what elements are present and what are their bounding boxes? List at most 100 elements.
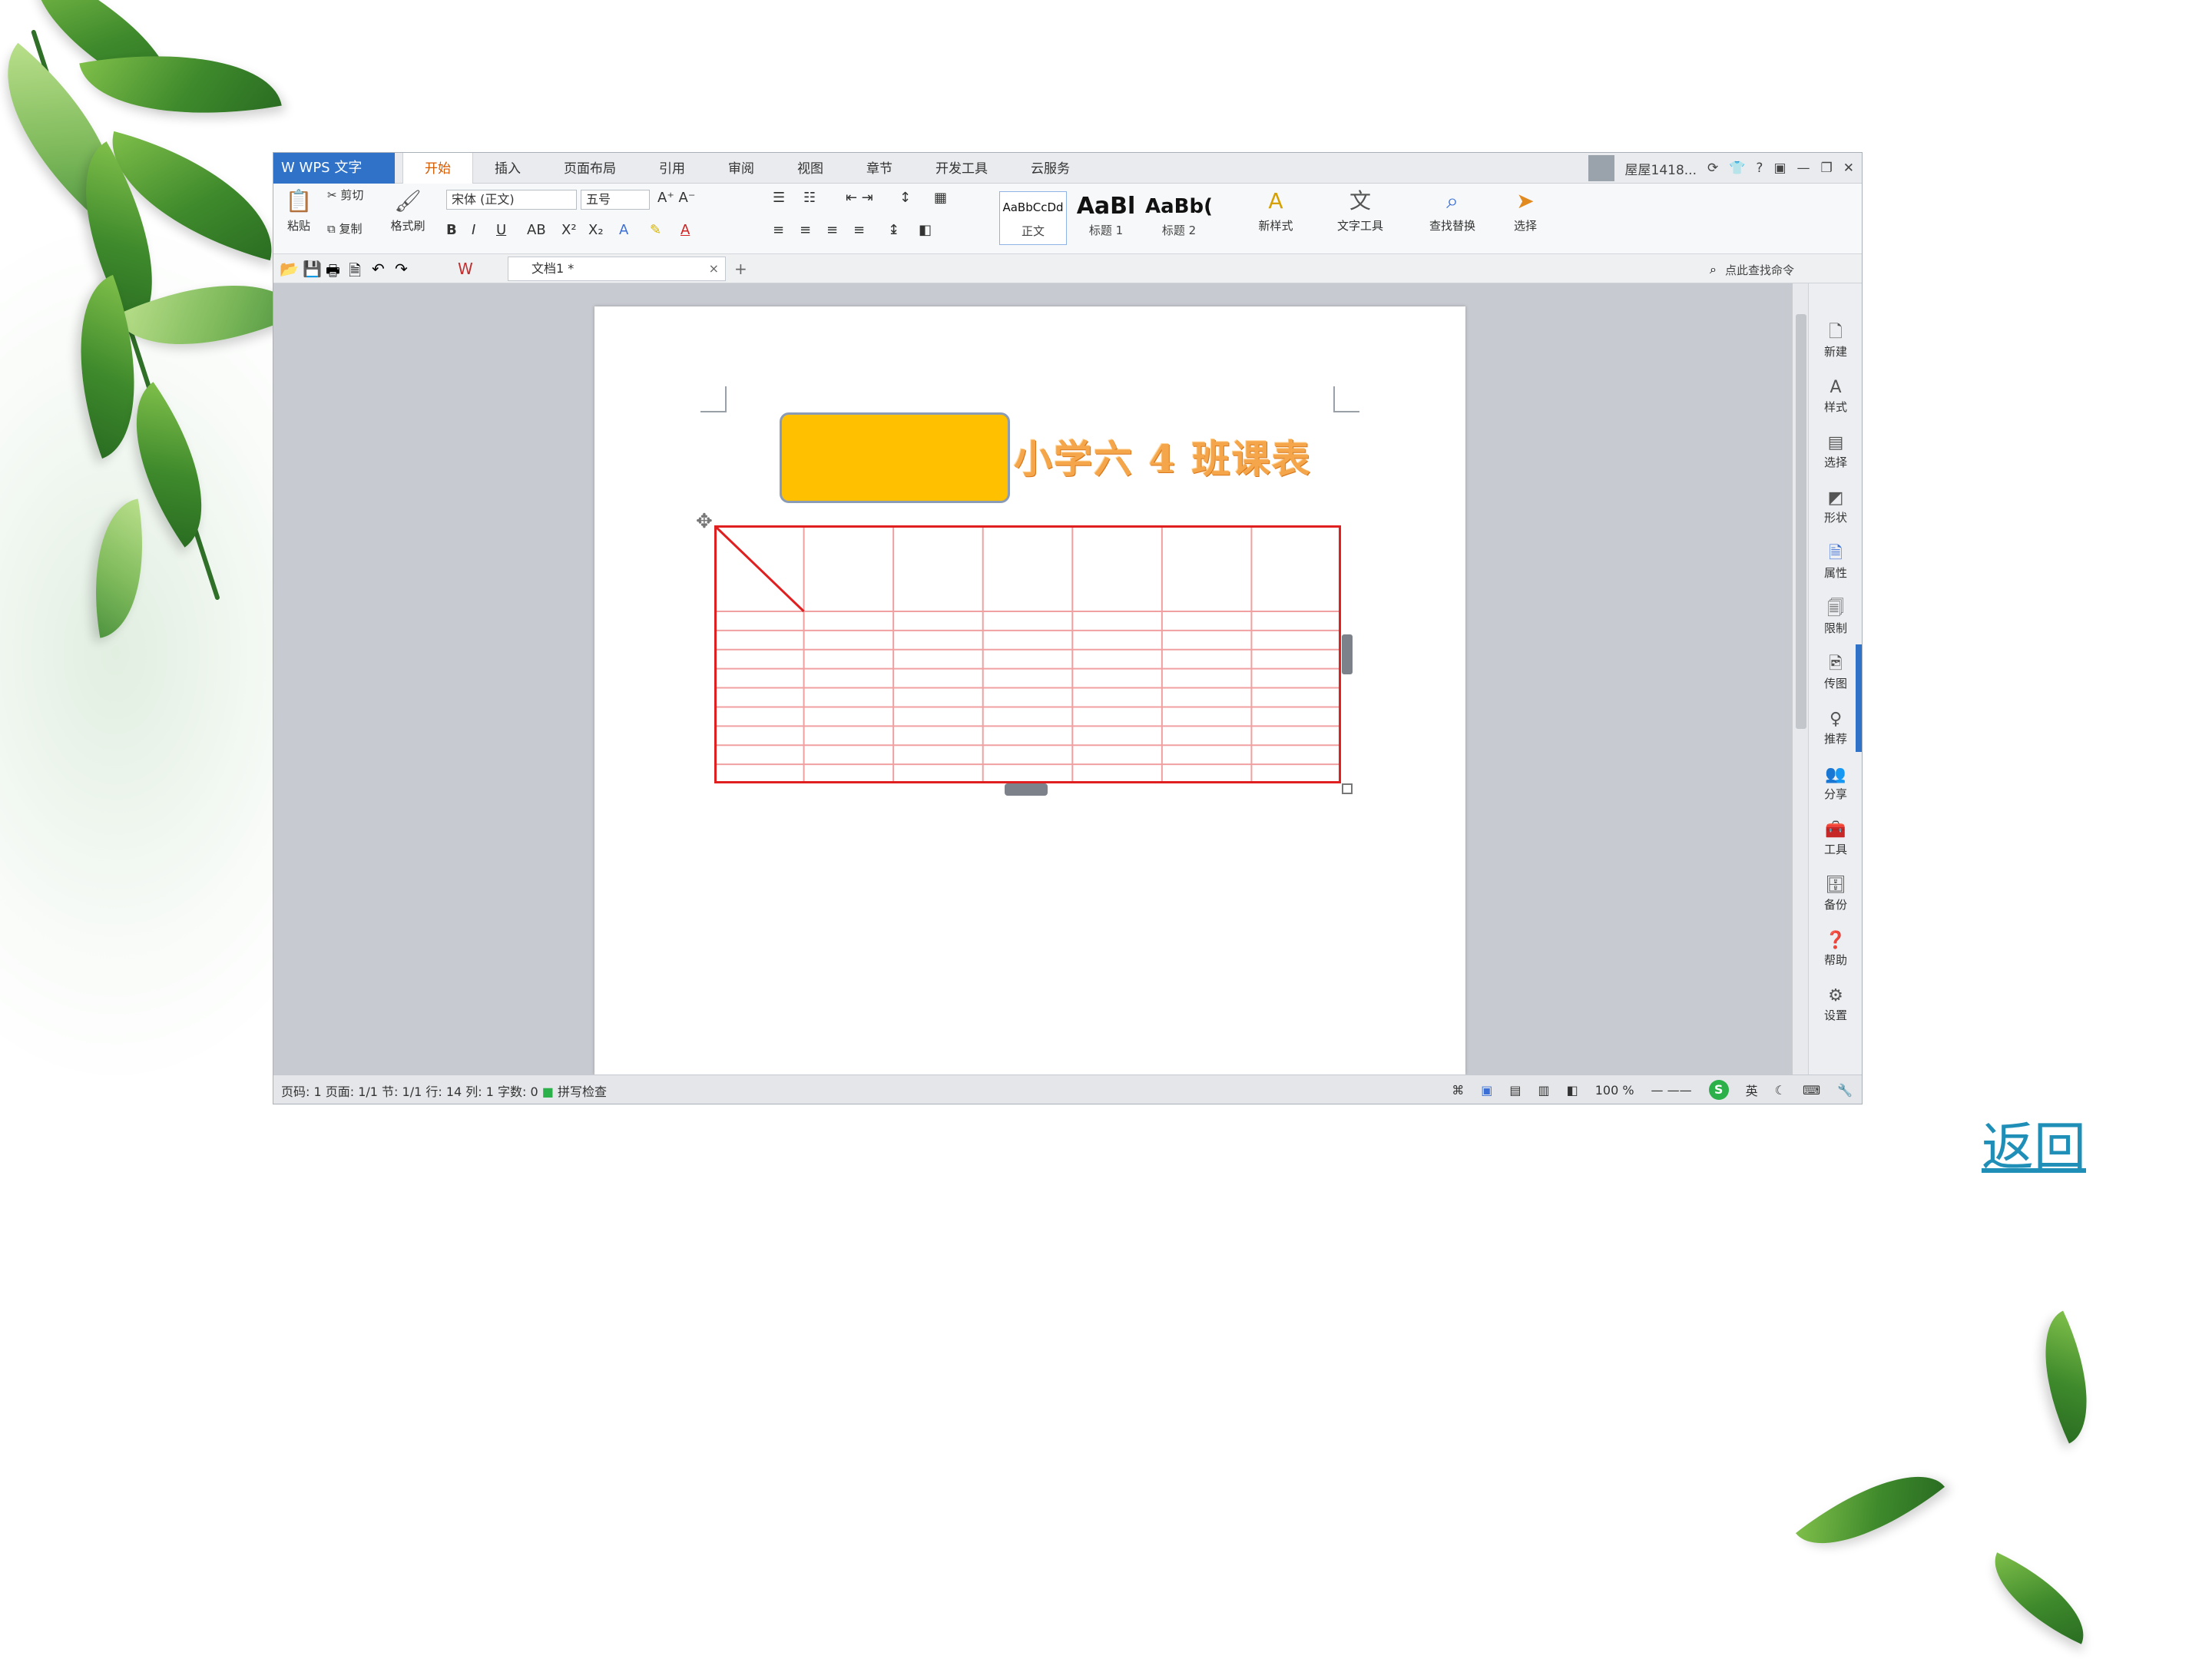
text-effect-icon[interactable]: A bbox=[619, 222, 628, 238]
table-resize-handle[interactable] bbox=[1342, 783, 1353, 794]
side-backup[interactable]: 🗄 备份 bbox=[1809, 875, 1863, 912]
tab-cloud[interactable]: 云服务 bbox=[1009, 153, 1091, 184]
back-link[interactable]: 返回 bbox=[1982, 1104, 2086, 1181]
save-icon[interactable]: 💾 bbox=[303, 260, 322, 278]
help-icon[interactable]: ? bbox=[1756, 161, 1763, 176]
spellcheck-button[interactable]: 拼写检查 bbox=[558, 1084, 607, 1099]
borders-icon[interactable]: ▦ bbox=[934, 190, 947, 206]
scrollbar-thumb[interactable] bbox=[1796, 314, 1806, 729]
superscript-icon[interactable]: X² bbox=[561, 222, 577, 238]
grow-font-icon[interactable]: A⁺ A⁻ bbox=[657, 190, 695, 206]
side-restrict[interactable]: 🗐 限制 bbox=[1809, 598, 1863, 636]
table-move-handle-icon[interactable]: ✥ bbox=[696, 510, 713, 533]
title-rounded-rectangle[interactable] bbox=[780, 412, 1010, 503]
numbered-list-icon[interactable]: ☷ bbox=[803, 190, 816, 206]
style-normal[interactable]: AaBbCcDd 正文 bbox=[999, 191, 1067, 245]
side-style[interactable]: A 样式 bbox=[1809, 377, 1863, 415]
user-name[interactable]: 屋屋1418... bbox=[1625, 159, 1697, 178]
side-properties[interactable]: 🗎 属性 bbox=[1809, 543, 1863, 581]
command-search[interactable]: 点此查找命令 bbox=[1725, 262, 1794, 278]
tab-insert[interactable]: 插入 bbox=[473, 153, 542, 184]
shading-icon[interactable]: ◧ bbox=[919, 222, 932, 238]
tab-review[interactable]: 审阅 bbox=[707, 153, 776, 184]
underline-icon[interactable]: U bbox=[496, 222, 506, 238]
indent-icon[interactable]: ⇤ ⇥ bbox=[846, 190, 873, 206]
subscript-icon[interactable]: X₂ bbox=[588, 222, 604, 238]
bullet-list-icon[interactable]: ☰ bbox=[773, 190, 785, 206]
timetable-table[interactable] bbox=[714, 525, 1341, 783]
tab-page-layout[interactable]: 页面布局 bbox=[542, 153, 637, 184]
style-heading-2[interactable]: AaBb( 标题 2 bbox=[1145, 191, 1213, 245]
side-help[interactable]: ❓ 帮助 bbox=[1809, 930, 1863, 968]
focus-mode-icon[interactable]: ⌘ bbox=[1452, 1083, 1464, 1098]
restore-icon[interactable]: ❐ bbox=[1821, 161, 1833, 176]
tab-section[interactable]: 章节 bbox=[845, 153, 914, 184]
cut-button[interactable]: ✂ 剪切 bbox=[327, 187, 381, 203]
fullscreen-icon[interactable]: ▣ bbox=[1773, 161, 1786, 176]
highlight-icon[interactable]: ✎ bbox=[650, 222, 661, 238]
font-name-select[interactable]: 宋体 (正文) bbox=[446, 190, 577, 210]
table-add-row-handle[interactable] bbox=[1005, 783, 1048, 796]
font-color-icon[interactable]: A bbox=[680, 222, 690, 238]
ime-mode[interactable]: 英 bbox=[1746, 1081, 1758, 1099]
align-center-icon[interactable]: ≡ bbox=[800, 222, 811, 238]
font-size-select[interactable]: 五号 bbox=[581, 190, 650, 210]
search-icon[interactable]: ⌕ bbox=[1710, 262, 1717, 277]
italic-icon[interactable]: I bbox=[472, 222, 475, 238]
sync-icon[interactable]: ⟳ bbox=[1707, 161, 1718, 176]
minimize-icon[interactable]: — bbox=[1797, 161, 1810, 176]
open-icon[interactable]: 📂 bbox=[280, 260, 299, 278]
close-icon[interactable]: ✕ bbox=[1843, 161, 1854, 176]
close-tab-icon[interactable]: × bbox=[709, 257, 719, 280]
print-icon[interactable]: 🖶 bbox=[326, 260, 340, 286]
moon-icon[interactable]: ☾ bbox=[1775, 1083, 1786, 1098]
align-left-icon[interactable]: ≡ bbox=[773, 222, 784, 238]
side-select[interactable]: ▤ 选择 bbox=[1809, 432, 1863, 470]
avatar[interactable] bbox=[1588, 155, 1614, 181]
line-spacing-icon[interactable]: ↨ bbox=[888, 222, 899, 238]
paste-button[interactable]: 📋 粘贴 bbox=[280, 188, 318, 233]
format-painter-button[interactable]: 🖌 格式刷 bbox=[385, 188, 431, 233]
side-settings[interactable]: ⚙ 设置 bbox=[1809, 985, 1863, 1023]
wps-app-menu-button[interactable]: W WPS 文字 bbox=[273, 153, 395, 184]
web-view-icon[interactable]: ▥ bbox=[1538, 1083, 1549, 1098]
text-tools-button[interactable]: 文 文字工具 bbox=[1322, 188, 1399, 233]
page-view-icon[interactable]: ▣ bbox=[1481, 1083, 1492, 1098]
vertical-scrollbar[interactable] bbox=[1793, 283, 1810, 1075]
undo-icon[interactable]: ↶ bbox=[372, 260, 385, 278]
side-recommend[interactable]: ♀ 推荐 bbox=[1809, 709, 1863, 747]
tab-references[interactable]: 引用 bbox=[637, 153, 707, 184]
side-upload-image[interactable]: 🖻 传图 bbox=[1809, 654, 1863, 691]
side-tools[interactable]: 🧰 工具 bbox=[1809, 820, 1863, 857]
tab-developer[interactable]: 开发工具 bbox=[914, 153, 1009, 184]
tab-home[interactable]: 开始 bbox=[402, 153, 473, 184]
wrench-icon[interactable]: 🔧 bbox=[1837, 1083, 1853, 1098]
document-title[interactable]: 小学六 4 班课表 bbox=[1014, 429, 1312, 484]
table-add-column-handle[interactable] bbox=[1342, 634, 1353, 674]
skin-icon[interactable]: 👕 bbox=[1729, 161, 1745, 176]
style-heading-1[interactable]: AaBl 标题 1 bbox=[1072, 191, 1140, 245]
document-tab[interactable]: 文档1 * × bbox=[508, 257, 726, 281]
outline-view-icon[interactable]: ▤ bbox=[1509, 1083, 1521, 1098]
copy-button[interactable]: ⧉ 复制 bbox=[327, 220, 381, 237]
justify-icon[interactable]: ≡ bbox=[853, 222, 865, 238]
side-share[interactable]: 👥 分享 bbox=[1809, 764, 1863, 802]
reading-view-icon[interactable]: ◧ bbox=[1567, 1083, 1578, 1098]
find-replace-button[interactable]: ⌕ 查找替换 bbox=[1414, 188, 1491, 233]
align-right-icon[interactable]: ≡ bbox=[826, 222, 838, 238]
side-shape[interactable]: ◩ 形状 bbox=[1809, 488, 1863, 525]
tab-view[interactable]: 视图 bbox=[776, 153, 845, 184]
strikethrough-icon[interactable]: AB bbox=[527, 222, 546, 238]
zoom-slider[interactable]: — —— bbox=[1651, 1083, 1692, 1098]
redo-icon[interactable]: ↷ bbox=[395, 260, 408, 278]
new-tab-icon[interactable]: + bbox=[734, 260, 747, 278]
zoom-level[interactable]: 100 % bbox=[1595, 1083, 1634, 1098]
new-style-button[interactable]: A 新样式 bbox=[1245, 188, 1306, 233]
keyboard-icon[interactable]: ⌨ bbox=[1803, 1083, 1820, 1098]
bold-icon[interactable]: B bbox=[446, 222, 457, 238]
side-new[interactable]: 🗋 新建 bbox=[1809, 322, 1863, 359]
preview-icon[interactable]: 🗎 bbox=[349, 260, 361, 286]
sort-icon[interactable]: ↕ bbox=[899, 190, 911, 206]
ime-logo-icon[interactable]: S bbox=[1708, 1080, 1729, 1100]
select-button[interactable]: ➤ 选择 bbox=[1498, 188, 1552, 233]
